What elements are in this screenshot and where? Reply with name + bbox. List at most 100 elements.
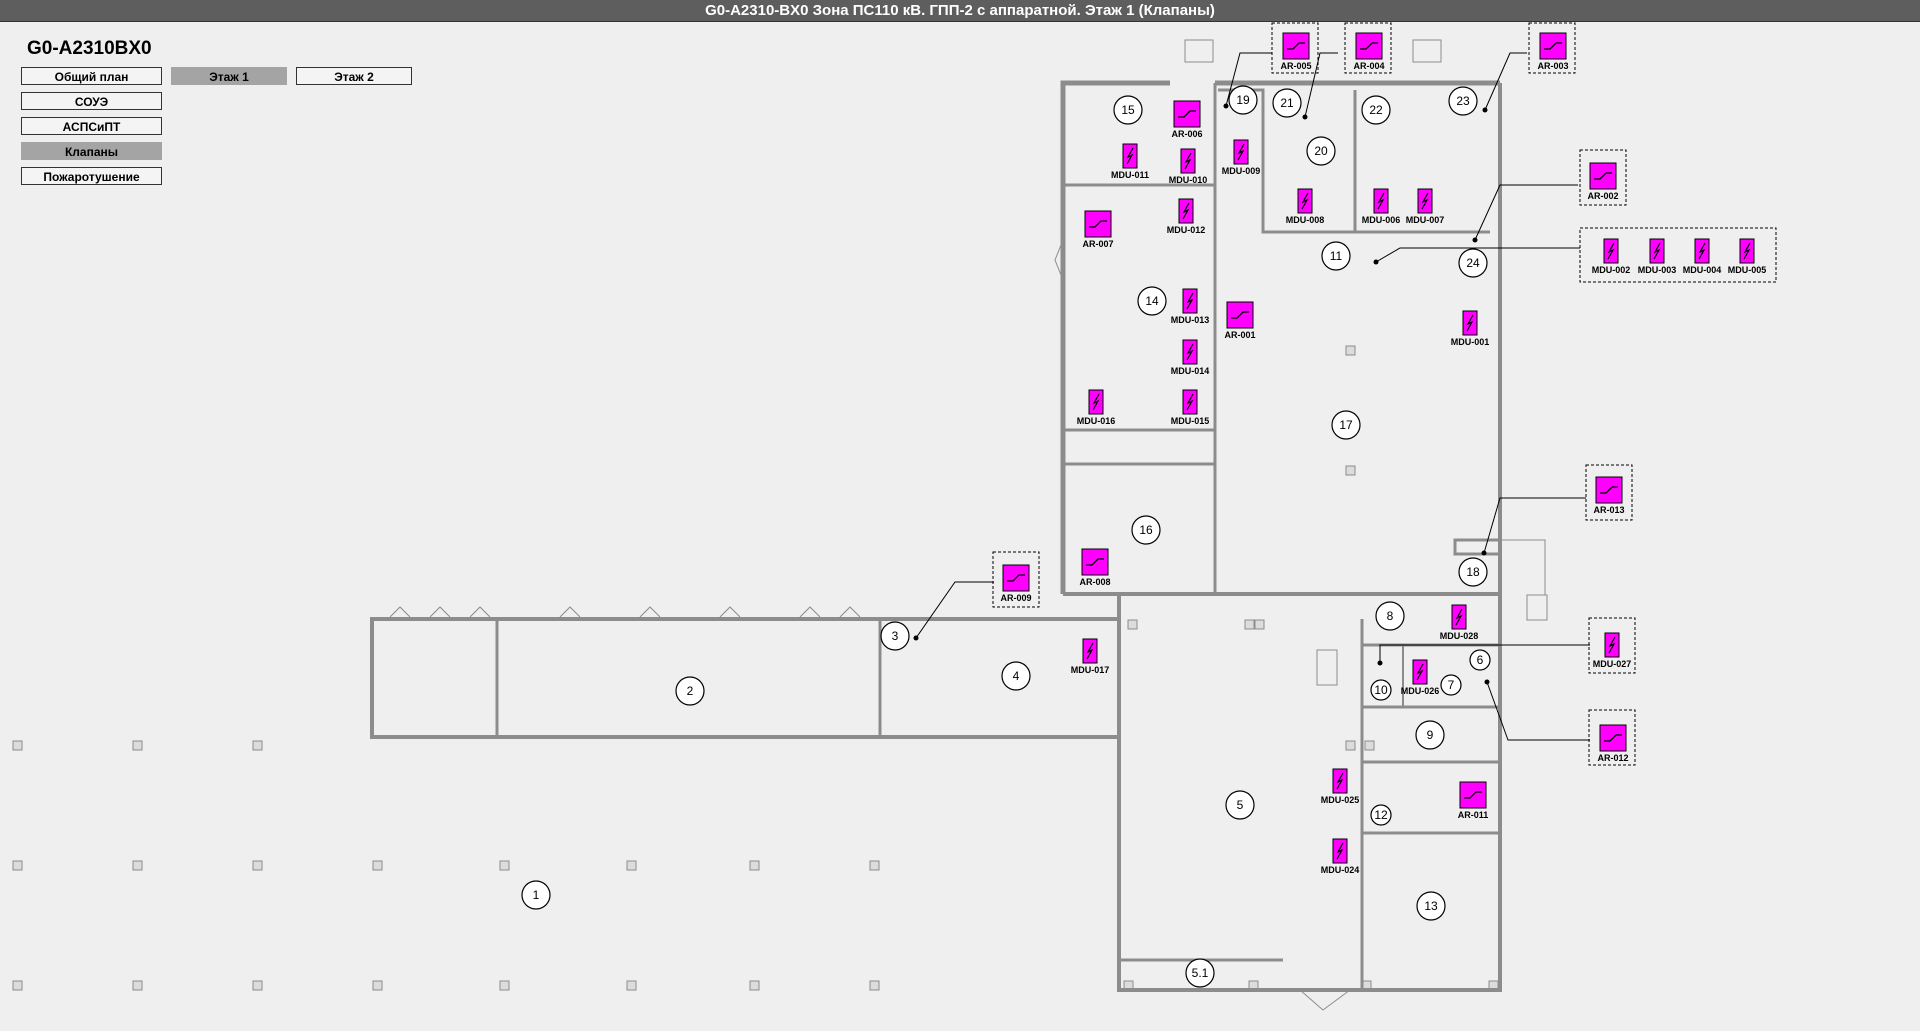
damper-ar[interactable]: AR-011	[1458, 781, 1489, 820]
damper-ar[interactable]: AR-002	[1587, 162, 1619, 201]
device-label: MDU-006	[1362, 215, 1401, 225]
device-label: MDU-025	[1321, 795, 1360, 805]
room-marker: 5	[1225, 790, 1255, 820]
room-number: 14	[1145, 294, 1159, 308]
device-label: MDU-010	[1169, 175, 1208, 185]
room-marker: 5.1	[1185, 958, 1215, 988]
room-marker: 13	[1416, 891, 1446, 921]
device-label: MDU-009	[1222, 166, 1261, 176]
device-label: AR-003	[1537, 61, 1568, 71]
room-number: 16	[1139, 523, 1153, 537]
damper-mdu[interactable]: MDU-001	[1451, 310, 1490, 347]
device-label: MDU-014	[1171, 366, 1210, 376]
damper-ar[interactable]: AR-001	[1224, 301, 1256, 340]
room-number: 20	[1314, 144, 1328, 158]
device-label: MDU-001	[1451, 337, 1490, 347]
damper-mdu[interactable]: MDU-017	[1071, 638, 1110, 675]
damper-mdu[interactable]: MDU-015	[1171, 389, 1210, 426]
room-marker: 16	[1131, 515, 1161, 545]
damper-mdu[interactable]: MDU-011	[1111, 143, 1149, 180]
room-number: 4	[1013, 669, 1020, 683]
room-number: 21	[1280, 96, 1294, 110]
damper-mdu[interactable]: MDU-010	[1169, 148, 1208, 185]
room-number: 1	[533, 888, 540, 902]
device-label: MDU-005	[1728, 265, 1767, 275]
room-marker: 10	[1370, 679, 1392, 701]
device-label: AR-001	[1224, 330, 1255, 340]
device-label: MDU-027	[1593, 659, 1632, 669]
room-number: 11	[1330, 249, 1343, 263]
damper-ar[interactable]: AR-006	[1171, 100, 1203, 139]
damper-mdu[interactable]: MDU-009	[1222, 139, 1261, 176]
device-label: AR-007	[1082, 239, 1113, 249]
damper-mdu[interactable]: MDU-007	[1406, 188, 1445, 225]
device-label: AR-012	[1597, 753, 1628, 763]
damper-ar[interactable]: AR-013	[1593, 476, 1625, 515]
damper-mdu[interactable]: MDU-027	[1593, 632, 1632, 669]
room-marker: 1	[521, 880, 551, 910]
room-number: 17	[1339, 418, 1353, 432]
room-number: 9	[1427, 728, 1434, 742]
room-number: 6	[1477, 653, 1484, 667]
room-number: 5	[1237, 798, 1244, 812]
device-label: AR-002	[1587, 191, 1618, 201]
damper-ar[interactable]: AR-003	[1537, 32, 1569, 71]
device-label: AR-005	[1280, 61, 1311, 71]
room-marker: 23	[1448, 86, 1478, 116]
device-label: MDU-024	[1321, 865, 1360, 875]
damper-ar[interactable]: AR-005	[1280, 32, 1312, 71]
damper-mdu[interactable]: MDU-013	[1171, 288, 1210, 325]
damper-mdu[interactable]: MDU-024	[1321, 838, 1360, 875]
damper-mdu[interactable]: MDU-012	[1167, 198, 1206, 235]
dashed-groups	[992, 22, 1777, 766]
damper-mdu[interactable]: MDU-005	[1728, 238, 1767, 275]
damper-ar[interactable]: AR-012	[1597, 724, 1629, 763]
device-label: MDU-011	[1111, 170, 1149, 180]
damper-mdu[interactable]: MDU-002	[1592, 238, 1631, 275]
room-marker: 12	[1370, 804, 1392, 826]
room-marker: 7	[1440, 674, 1462, 696]
walls	[370, 80, 1502, 992]
damper-mdu[interactable]: MDU-008	[1286, 188, 1325, 225]
room-marker: 9	[1415, 720, 1445, 750]
device-label: MDU-012	[1167, 225, 1206, 235]
damper-ar[interactable]: AR-004	[1353, 32, 1385, 71]
damper-mdu[interactable]: MDU-016	[1077, 389, 1116, 426]
room-marker: 14	[1137, 286, 1167, 316]
room-number: 15	[1121, 103, 1135, 117]
room-number: 18	[1466, 565, 1480, 579]
device-label: AR-004	[1353, 61, 1384, 71]
room-number: 23	[1456, 94, 1470, 108]
device-label: MDU-013	[1171, 315, 1210, 325]
damper-mdu[interactable]: MDU-004	[1683, 238, 1722, 275]
device-label: MDU-028	[1440, 631, 1479, 641]
damper-mdu[interactable]: MDU-014	[1171, 339, 1210, 376]
room-number: 13	[1424, 899, 1438, 913]
damper-mdu[interactable]: MDU-028	[1440, 604, 1479, 641]
damper-ar[interactable]: AR-008	[1079, 548, 1111, 587]
device-label: MDU-015	[1171, 416, 1210, 426]
damper-mdu[interactable]: MDU-026	[1401, 659, 1440, 696]
doors-stairs	[389, 39, 1548, 1011]
damper-ar[interactable]: AR-007	[1082, 210, 1114, 249]
room-number: 19	[1236, 93, 1250, 107]
device-label: AR-013	[1593, 505, 1624, 515]
room-marker: 24	[1458, 248, 1488, 278]
room-marker: 11	[1321, 241, 1351, 271]
room-marker: 2	[675, 676, 705, 706]
device-label: MDU-008	[1286, 215, 1325, 225]
damper-mdu[interactable]: MDU-006	[1362, 188, 1401, 225]
damper-mdu[interactable]: MDU-003	[1638, 238, 1677, 275]
room-number: 2	[687, 684, 694, 698]
room-number: 22	[1369, 103, 1383, 117]
device-label: MDU-004	[1683, 265, 1722, 275]
damper-mdu[interactable]: MDU-025	[1321, 768, 1360, 805]
device-label: MDU-007	[1406, 215, 1445, 225]
columns-grid	[12, 345, 1499, 991]
room-number: 10	[1374, 683, 1388, 697]
leader-lines	[915, 52, 1590, 741]
room-marker: 19	[1228, 85, 1258, 115]
room-number: 3	[892, 629, 899, 643]
damper-ar[interactable]: AR-009	[1000, 564, 1032, 603]
room-marker: 8	[1375, 601, 1405, 631]
